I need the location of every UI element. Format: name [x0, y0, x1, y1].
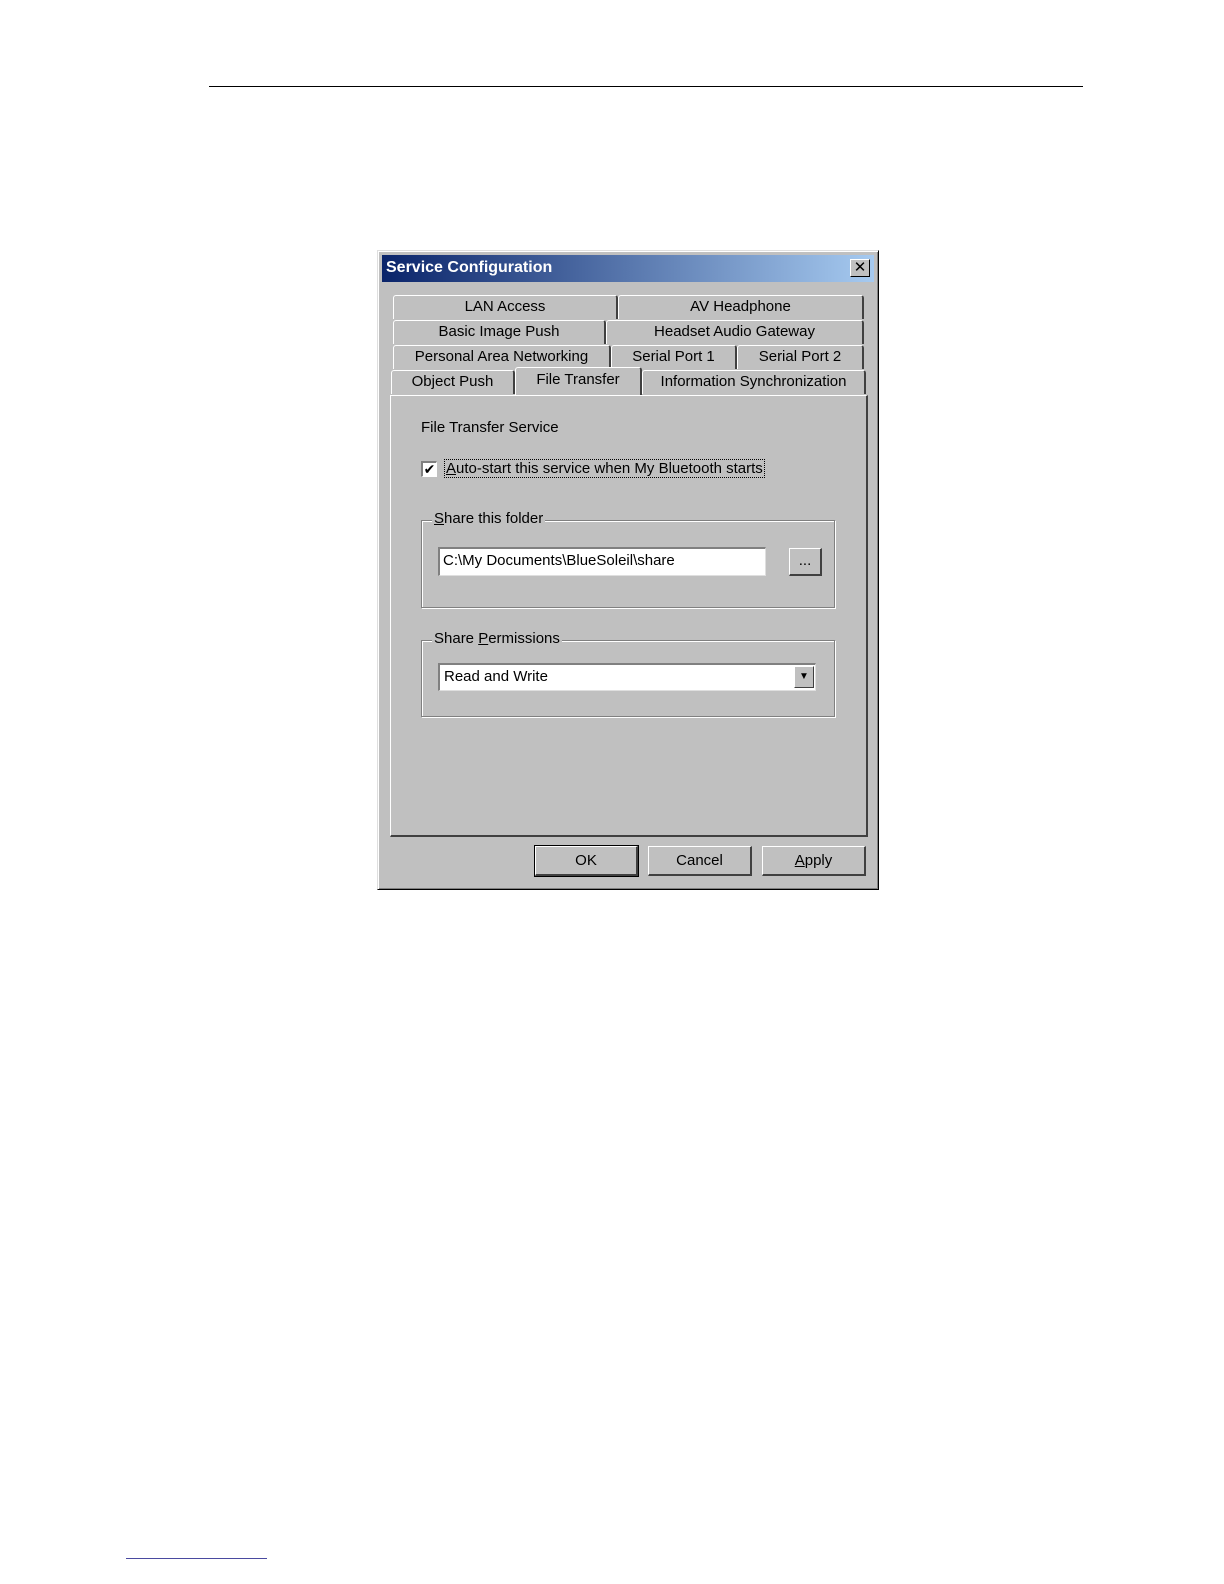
apply-mnemonic: A	[794, 852, 805, 869]
tab-information-synchronization[interactable]: Information Synchronization	[642, 370, 866, 394]
checkmark-icon: ✔	[423, 461, 436, 477]
tab-serial-port-1[interactable]: Serial Port 1	[611, 345, 737, 369]
share-permissions-group: Share Permissions Read and Write ▼	[421, 630, 835, 717]
close-icon: ✕	[853, 259, 867, 276]
share-folder-label-mnemonic: S	[434, 510, 445, 527]
file-transfer-panel: File Transfer Service ✔ Auto-start this …	[390, 395, 868, 837]
share-permissions-value: Read and Write	[444, 668, 548, 685]
cancel-button[interactable]: Cancel	[648, 846, 752, 876]
dialog-title: Service Configuration	[386, 259, 553, 276]
share-permissions-label-mnemonic: P	[478, 630, 489, 647]
chevron-down-icon: ▼	[799, 671, 809, 682]
autostart-label-mnemonic: A	[446, 460, 457, 477]
dropdown-arrow-button[interactable]: ▼	[794, 666, 814, 688]
share-permissions-label-text: ermissions	[488, 630, 560, 647]
service-title: File Transfer Service	[421, 419, 559, 436]
share-folder-label: Share this folder	[432, 510, 546, 527]
autostart-label[interactable]: Auto-start this service when My Bluetoot…	[444, 459, 765, 478]
autostart-checkbox[interactable]: ✔	[421, 461, 437, 477]
tab-object-push[interactable]: Object Push	[391, 370, 515, 394]
share-permissions-label-prefix: Share	[434, 630, 479, 647]
tab-basic-image-push[interactable]: Basic Image Push	[393, 320, 606, 344]
page-header-rule	[209, 86, 1083, 87]
share-folder-label-text: hare this folder	[444, 510, 544, 527]
share-folder-group: Share this folder C:\My Documents\BlueSo…	[421, 510, 835, 608]
apply-button[interactable]: Apply	[762, 846, 866, 876]
ok-button[interactable]: OK	[534, 845, 639, 877]
service-configuration-dialog: Service Configuration ✕ LAN Access AV He…	[377, 250, 879, 890]
browse-button[interactable]: ...	[789, 548, 822, 576]
tab-file-transfer[interactable]: File Transfer	[515, 367, 642, 395]
tab-serial-port-2[interactable]: Serial Port 2	[737, 345, 864, 369]
title-bar[interactable]: Service Configuration ✕	[382, 255, 874, 282]
tab-av-headphone[interactable]: AV Headphone	[618, 295, 864, 319]
page-footer-rule	[126, 1558, 267, 1559]
share-folder-path-input[interactable]: C:\My Documents\BlueSoleil\share	[438, 547, 766, 576]
tab-lan-access[interactable]: LAN Access	[393, 295, 618, 319]
close-button[interactable]: ✕	[850, 259, 870, 277]
share-permissions-label: Share Permissions	[432, 630, 562, 647]
apply-label: pply	[804, 852, 833, 869]
autostart-label-text: uto-start this service when My Bluetooth…	[456, 460, 763, 477]
tab-personal-area-networking[interactable]: Personal Area Networking	[393, 345, 611, 369]
share-permissions-select[interactable]: Read and Write ▼	[438, 663, 816, 691]
tab-headset-audio-gateway[interactable]: Headset Audio Gateway	[606, 320, 864, 344]
